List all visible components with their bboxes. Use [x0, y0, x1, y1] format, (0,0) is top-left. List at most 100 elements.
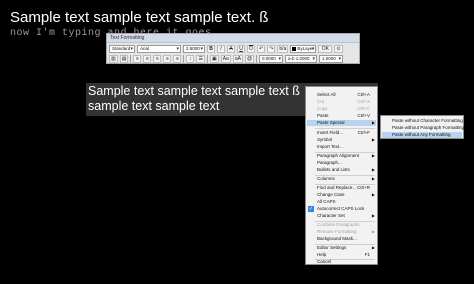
menu-item-select-all[interactable]: Select All Ctrl+A — [307, 92, 376, 98]
menu-item-find-replace[interactable]: Find and Replace... Ctrl+R — [307, 185, 376, 191]
toolbar-row-2: ▥ ▤ ≡ ≡ ≡ ≡ ≡ ↕ ☰ ▣ Aa aA @ 0.0000 a-b 1… — [109, 54, 357, 63]
lowercase-icon[interactable]: aA — [232, 54, 243, 63]
toolbar-row-1: Standard Arial 2.5000 B I A U O ↶ ↷ b/a … — [109, 44, 357, 53]
submenu-item-paste-without-paragraph-formatting[interactable]: Paste without Paragraph Formatting — [382, 125, 464, 131]
menu-item-label: Background Mask... — [317, 236, 357, 241]
color-dropdown[interactable]: ByLayer — [290, 44, 317, 53]
bold-button[interactable]: B — [207, 44, 215, 53]
menu-item-paste[interactable]: Paste Ctrl+V — [307, 113, 376, 119]
menu-item-bullets-lists[interactable]: Bullets and Lists ▶ — [307, 167, 376, 173]
menu-item-import-text[interactable]: Import Text... — [307, 144, 376, 150]
ok-button[interactable]: OK — [318, 44, 333, 53]
menu-item-help[interactable]: Help F1 — [307, 252, 376, 258]
submenu-arrow-icon: ▶ — [371, 167, 375, 172]
menu-item-label: Find and Replace... — [317, 185, 357, 190]
context-menu: Select All Ctrl+A Cut Ctrl+X Copy Ctrl+C Pa… — [305, 86, 378, 265]
line-spacing-icon[interactable]: ↕ — [186, 54, 195, 63]
font-dropdown[interactable]: Arial — [137, 44, 181, 53]
columns-icon[interactable]: ▥ — [109, 54, 118, 63]
menu-item-columns[interactable]: Columns ▶ — [307, 176, 376, 182]
submenu-arrow-icon: ▶ — [371, 245, 375, 250]
italic-button[interactable]: I — [217, 44, 225, 53]
submenu-arrow-icon: ▶ — [371, 137, 375, 142]
checkmark-icon: ✓ — [308, 206, 314, 212]
strikethrough-button[interactable]: A — [227, 44, 235, 53]
menu-item-paragraph-alignment[interactable]: Paragraph Alignment ▶ — [307, 153, 376, 159]
submenu-item-paste-without-character-formatting[interactable]: Paste without Character Formatting — [382, 118, 463, 124]
text-height-dropdown[interactable]: 2.5000 — [183, 44, 205, 53]
numbering-icon[interactable]: ☰ — [196, 54, 205, 63]
menu-item-label: Editor Settings — [317, 245, 347, 250]
menu-item-autocorrect-caps-lock[interactable]: ✓ Autocorrect CAPS Lock — [307, 206, 376, 212]
symbol-icon[interactable]: @ — [244, 54, 255, 63]
submenu-arrow-icon: ▶ — [371, 120, 375, 125]
menu-item-label: Paragraph... — [317, 160, 342, 165]
align-center-icon[interactable]: ≡ — [143, 54, 152, 63]
menu-item-paragraph[interactable]: Paragraph... — [307, 160, 376, 166]
overline-button[interactable]: O — [247, 44, 255, 53]
width-factor-input[interactable]: 1.0000 — [319, 54, 344, 63]
options-icon[interactable]: ⊙ — [334, 44, 343, 53]
menu-item-label: Symbol — [317, 137, 333, 142]
menu-item-cut[interactable]: Cut Ctrl+X — [307, 99, 376, 105]
menu-item-label: Import Text... — [317, 144, 343, 149]
submenu-arrow-icon: ▶ — [371, 176, 375, 181]
menu-item-insert-field[interactable]: Insert Field... Ctrl+F — [307, 130, 376, 136]
submenu-arrow-icon: ▶ — [371, 229, 375, 234]
menu-item-copy[interactable]: Copy Ctrl+C — [307, 106, 376, 112]
menu-item-shortcut: Ctrl+R — [357, 185, 370, 190]
menu-item-character-set[interactable]: Character Set ▶ — [307, 213, 376, 219]
redo-icon[interactable]: ↷ — [267, 44, 276, 53]
menu-item-label: Paragraph Alignment — [317, 153, 360, 158]
align-left-icon[interactable]: ≡ — [133, 54, 142, 63]
submenu-item-paste-without-any-formatting[interactable]: Paste without Any Formatting — [382, 132, 462, 138]
menu-item-background-mask[interactable]: Background Mask... — [307, 236, 376, 242]
divider — [183, 54, 185, 63]
insert-field-icon[interactable]: ▣ — [209, 54, 219, 63]
menu-item-combine-paragraphs[interactable]: Combine Paragraphs — [307, 222, 376, 228]
align-right-icon[interactable]: ≡ — [153, 54, 162, 63]
menu-item-shortcut: Ctrl+A — [357, 92, 370, 97]
menu-item-editor-settings[interactable]: Editor Settings ▶ — [307, 245, 376, 251]
edit-text-line: sample text sample text — [88, 99, 220, 113]
menu-item-label: Paste Special — [317, 120, 345, 125]
justification-icon[interactable]: ▤ — [119, 54, 129, 63]
oblique-angle-input[interactable]: 0.0000 — [259, 54, 284, 63]
menu-item-shortcut: F1 — [364, 252, 370, 257]
menu-item-label: Cut — [317, 99, 325, 104]
style-dropdown[interactable]: Standard — [109, 44, 135, 53]
underline-button[interactable]: U — [237, 44, 245, 53]
menu-item-all-caps[interactable]: All CAPS — [307, 199, 376, 205]
menu-item-label: Bullets and Lists — [317, 167, 350, 172]
menu-item-symbol[interactable]: Symbol ▶ — [307, 137, 376, 143]
menu-item-shortcut: Ctrl+F — [357, 130, 370, 135]
menu-item-label: Select All — [317, 92, 336, 97]
menu-item-label: Remove Formatting — [317, 229, 357, 234]
menu-divider — [315, 128, 375, 129]
divider — [256, 54, 258, 63]
stack-button[interactable]: b/a — [277, 44, 289, 53]
menu-item-label: Columns — [317, 176, 335, 181]
menu-item-paste-special[interactable]: Paste Special ▶ — [307, 120, 376, 126]
submenu-arrow-icon: ▶ — [371, 192, 375, 197]
edit-text-line: Sample text sample text sample text ß — [88, 84, 300, 98]
menu-item-label: Cancel — [317, 259, 332, 264]
menu-item-label: Autocorrect CAPS Lock — [317, 206, 365, 211]
menu-item-label: Copy — [317, 106, 328, 111]
menu-item-label: Help — [317, 252, 327, 257]
menu-item-remove-formatting[interactable]: Remove Formatting ▶ — [307, 229, 376, 235]
menu-item-label: Insert Field... — [317, 130, 344, 135]
uppercase-icon[interactable]: Aa — [220, 54, 231, 63]
toolbar-title[interactable]: Text Formatting — [107, 34, 359, 43]
menu-item-change-case[interactable]: Change Case ▶ — [307, 192, 376, 198]
distribute-icon[interactable]: ≡ — [173, 54, 182, 63]
submenu-arrow-icon: ▶ — [371, 153, 375, 158]
tracking-input[interactable]: a-b 1.0000 — [285, 54, 318, 63]
menu-item-label: Character Set — [317, 213, 345, 218]
text-formatting-toolbar: Text Formatting Standard Arial 2.5000 B … — [106, 33, 360, 64]
justify-icon[interactable]: ≡ — [163, 54, 172, 63]
menu-item-cancel[interactable]: Cancel — [307, 259, 376, 265]
divider — [130, 54, 132, 63]
menu-item-label: Paste — [317, 113, 329, 118]
undo-icon[interactable]: ↶ — [257, 44, 266, 53]
